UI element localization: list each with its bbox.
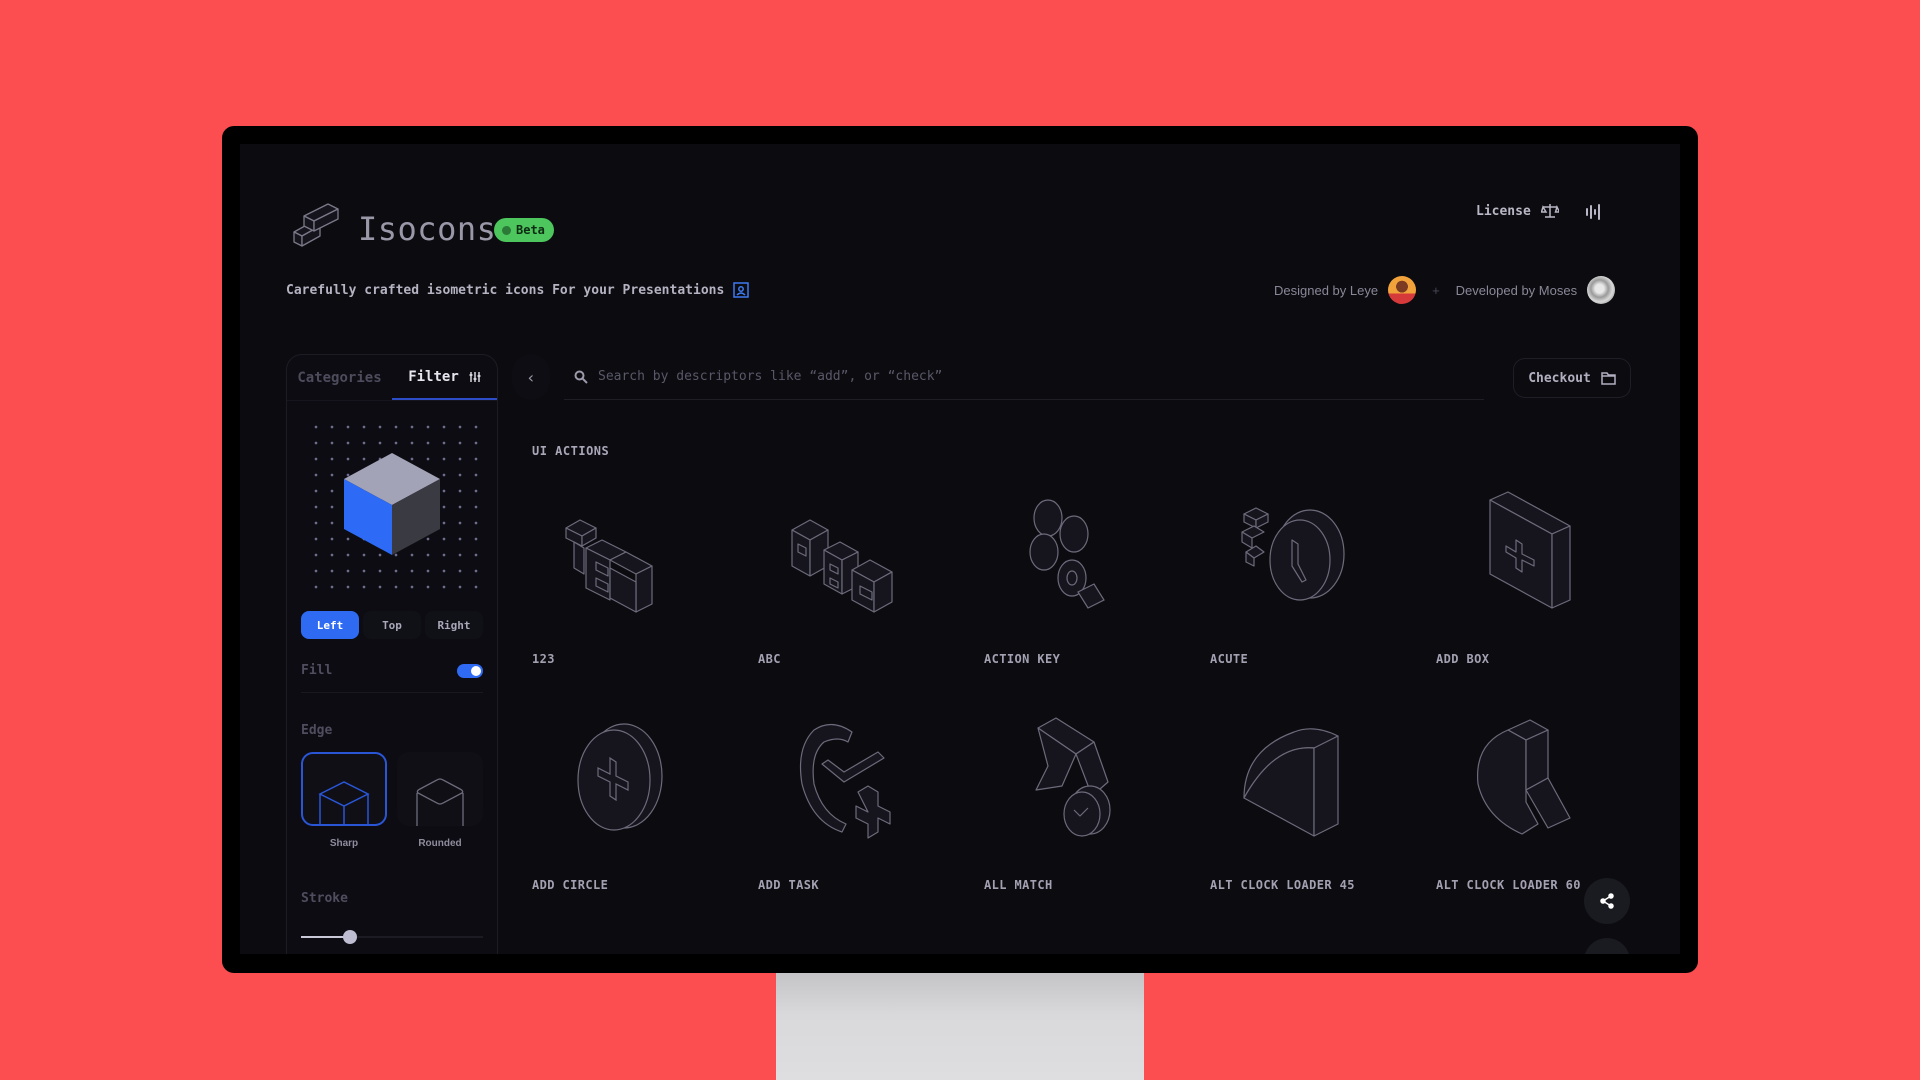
section-title: UI ACTIONS — [532, 444, 610, 458]
edge-sharp-preview — [301, 752, 387, 826]
credit-separator: + — [1432, 282, 1440, 298]
icon-card-add-task[interactable]: ADD TASK — [758, 692, 984, 918]
tagline-text: Carefully crafted isometric icons For yo… — [286, 282, 725, 298]
presentation-icon — [733, 282, 750, 298]
audio-wave-icon[interactable] — [1584, 202, 1604, 222]
fill-toggle[interactable] — [457, 663, 483, 678]
edge-rounded-option[interactable]: Rounded — [397, 752, 483, 849]
beta-label: Beta — [516, 223, 545, 237]
filter-sidebar: Categories Filter Left Top Right Fill Ed… — [286, 354, 498, 954]
share-button[interactable] — [1584, 878, 1630, 924]
app-screen: Isocons Beta License Carefully crafted i… — [240, 144, 1680, 954]
view-left-button[interactable]: Left — [301, 611, 359, 639]
slider-thumb[interactable] — [343, 930, 358, 944]
all-match-icon — [1035, 717, 1111, 837]
search-input[interactable] — [598, 369, 1484, 384]
developer-credit[interactable]: Developed by Moses — [1456, 283, 1577, 298]
add-circle-icon — [577, 723, 663, 831]
view-right-button[interactable]: Right — [425, 611, 483, 639]
icon-card-123[interactable]: 123 — [532, 466, 758, 692]
add-task-icon — [799, 723, 891, 839]
icon-card-add-circle[interactable]: ADD CIRCLE — [532, 692, 758, 918]
tab-categories[interactable]: Categories — [287, 355, 392, 400]
icon-label: ADD CIRCLE — [532, 878, 609, 892]
view-top-button[interactable]: Top — [363, 611, 421, 639]
edge-options: Sharp Rounded — [301, 752, 483, 849]
icon-card-add-box[interactable]: ADD BOX — [1436, 466, 1662, 692]
secondary-fab-button[interactable] — [1584, 938, 1630, 954]
folder-icon — [1601, 371, 1616, 385]
edge-rounded-preview — [397, 752, 483, 826]
numbers-icon — [565, 519, 653, 613]
acute-clock-icon — [1241, 507, 1345, 601]
stroke-slider[interactable] — [301, 930, 483, 944]
view-selector: Left Top Right — [301, 611, 483, 639]
tab-filter[interactable]: Filter — [392, 355, 497, 400]
collapse-sidebar-button[interactable]: ‹ — [512, 354, 550, 400]
search-bar — [564, 354, 1484, 400]
edge-rounded-label: Rounded — [418, 838, 462, 849]
license-link[interactable]: License — [1476, 202, 1559, 220]
clock-loader-45-icon — [1243, 728, 1339, 837]
developer-avatar[interactable] — [1587, 276, 1616, 304]
scale-icon — [1540, 204, 1559, 218]
icon-label: ABC — [758, 652, 781, 666]
icon-label: ALT CLOCK LOADER 45 — [1210, 878, 1355, 892]
credits: Designed by Leye + Developed by Moses — [1274, 276, 1616, 304]
icon-label: ACUTE — [1210, 652, 1249, 666]
icon-card-alt-clock-loader-60[interactable]: ALT CLOCK LOADER 60 — [1436, 692, 1662, 918]
icon-label: ADD TASK — [758, 878, 819, 892]
stroke-label: Stroke — [301, 891, 348, 906]
icon-card-action-key[interactable]: ACTION KEY — [984, 466, 1210, 692]
icon-card-abc[interactable]: ABC — [758, 466, 984, 692]
icon-card-acute[interactable]: ACUTE — [1210, 466, 1436, 692]
sliders-icon — [469, 371, 481, 382]
icon-label: ALT CLOCK LOADER 60 — [1436, 878, 1581, 892]
sidebar-tabs: Categories Filter — [287, 355, 497, 401]
edge-sharp-label: Sharp — [329, 838, 359, 849]
app-title: Isocons — [358, 210, 497, 248]
tab-label: Categories — [297, 369, 382, 386]
checkout-label: Checkout — [1528, 370, 1591, 386]
edge-sharp-option[interactable]: Sharp — [301, 752, 387, 849]
letters-icon — [791, 519, 893, 613]
designer-avatar[interactable] — [1388, 276, 1417, 304]
icon-label: ALL MATCH — [984, 878, 1053, 892]
checkout-button[interactable]: Checkout — [1513, 358, 1631, 398]
rounded-cube-icon — [416, 778, 464, 826]
add-box-icon — [1489, 491, 1571, 609]
cube-icon — [344, 453, 440, 555]
sharp-cube-icon — [318, 781, 370, 824]
beta-badge: Beta — [494, 218, 554, 242]
icon-label: ADD BOX — [1436, 652, 1490, 666]
status-dot-icon — [502, 225, 511, 235]
designer-credit[interactable]: Designed by Leye — [1274, 283, 1378, 298]
edge-label: Edge — [301, 723, 333, 738]
icon-grid: 123 ABC ACTION KEY ACUTE ADD BOX ADD CIR… — [532, 466, 1652, 918]
icon-card-all-match[interactable]: ALL MATCH — [984, 692, 1210, 918]
icon-label: 123 — [532, 652, 555, 666]
isocons-logo-icon — [293, 203, 339, 247]
license-label: License — [1476, 203, 1531, 219]
share-icon — [1600, 893, 1614, 909]
fill-row: Fill — [301, 663, 483, 693]
tab-label: Filter — [408, 368, 459, 385]
monitor-stand — [776, 972, 1144, 1080]
cube-preview — [304, 415, 480, 591]
monitor-frame: Isocons Beta License Carefully crafted i… — [222, 126, 1698, 973]
icon-card-alt-clock-loader-45[interactable]: ALT CLOCK LOADER 45 — [1210, 692, 1436, 918]
fill-label: Fill — [301, 663, 333, 678]
clock-loader-60-icon — [1476, 719, 1571, 835]
chevron-left-icon: ‹ — [526, 367, 536, 387]
action-key-icon — [1029, 499, 1105, 609]
icon-label: ACTION KEY — [984, 652, 1061, 666]
tagline: Carefully crafted isometric icons For yo… — [286, 282, 750, 298]
search-icon — [574, 370, 588, 384]
